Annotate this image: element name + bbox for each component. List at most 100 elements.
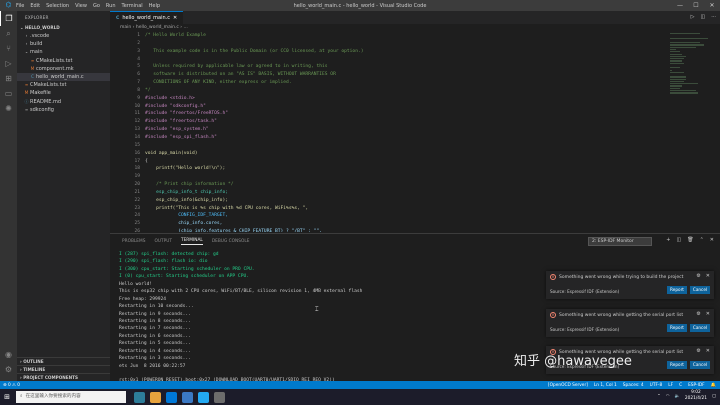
status-item[interactable]: LF [668, 383, 673, 388]
tab-terminal[interactable]: TERMINAL [180, 238, 203, 245]
tree-item[interactable]: M Makefile [17, 89, 110, 97]
search-icon[interactable]: ⌕ [0, 26, 17, 41]
settings-gear-icon[interactable]: ⚙ [696, 311, 700, 317]
split-editor-icon[interactable]: ◫ [700, 14, 705, 20]
manage-gear-icon[interactable]: ⚙ [0, 362, 17, 377]
taskbar-app-icon[interactable] [166, 391, 177, 403]
menu-item-view[interactable]: View [75, 3, 87, 9]
taskbar-search-box[interactable]: ⌕ 在这里输入你要搜索的内容 [16, 391, 126, 403]
minimap[interactable] [670, 33, 710, 103]
terminal-line: Restarting in 8 seconds... [119, 318, 191, 324]
split-icon[interactable]: ◫ [677, 237, 682, 243]
maximize-icon[interactable]: ☐ [688, 0, 704, 11]
taskbar-app-icon[interactable] [182, 391, 193, 403]
status-item[interactable]: ESP-IDF [688, 383, 705, 388]
tab-output[interactable]: OUTPUT [154, 239, 172, 244]
settings-gear-icon[interactable]: ⚙ [696, 348, 700, 354]
volume-icon[interactable]: 🔈 [675, 394, 680, 399]
status-item[interactable]: UTF-8 [650, 383, 663, 388]
run-icon[interactable]: ▷ [691, 14, 695, 20]
menu-item-go[interactable]: Go [93, 3, 100, 9]
c-file-icon: C [31, 73, 34, 79]
terminal-output[interactable]: I (287) spi_flash: detected chip: gd I (2… [119, 251, 539, 400]
close-icon[interactable]: ✕ [706, 273, 710, 279]
close-icon[interactable]: ✕ [704, 0, 720, 11]
tree-item[interactable]: ≡ CMakeLists.txt [17, 81, 110, 89]
close-icon[interactable]: ✕ [706, 311, 710, 317]
settings-gear-icon[interactable]: ⚙ [696, 273, 700, 279]
code-line: 15 [110, 142, 670, 150]
cancel-button[interactable]: Cancel [690, 324, 710, 332]
trash-icon[interactable]: 🗑 [687, 237, 693, 243]
more-actions-icon[interactable]: ··· [711, 14, 716, 20]
breadcrumb-symbol[interactable]: ... [184, 25, 188, 30]
taskbar-app-icon[interactable] [214, 391, 225, 403]
taskbar-app-icon[interactable] [134, 391, 145, 403]
report-button[interactable]: Report [667, 286, 687, 294]
taskbar-app-icon[interactable] [198, 391, 209, 403]
clock[interactable]: 9:02 2021/4/21 [685, 390, 707, 402]
tree-item[interactable]: › build [17, 40, 110, 48]
code-line: 21 esp_chip_info_t chip_info; [110, 189, 670, 197]
breadcrumb-file[interactable]: hello_world_main.c [136, 25, 179, 30]
menu-item-help[interactable]: Help [149, 3, 160, 9]
cancel-button[interactable]: Cancel [690, 286, 710, 294]
report-button[interactable]: Report [667, 324, 687, 332]
workspace-section[interactable]: ⌄ HELLO_WORLD [17, 24, 110, 32]
menu-item-terminal[interactable]: Terminal [122, 3, 143, 9]
line-number: 7 [137, 80, 140, 86]
tree-item[interactable]: ⌄ main [17, 48, 110, 56]
tab-debug-console[interactable]: DEBUG CONSOLE [212, 239, 250, 244]
close-panel-icon[interactable]: ✕ [710, 237, 714, 243]
terminal-line: I (0) cpu_start: Starting scheduler on A… [119, 274, 249, 280]
breadcrumb-folder[interactable]: main [120, 25, 131, 30]
cancel-button[interactable]: Cancel [690, 361, 710, 369]
run-debug-icon[interactable]: ▷ [0, 56, 17, 71]
minimize-icon[interactable]: — [672, 0, 688, 11]
status-item[interactable]: C [679, 383, 682, 388]
terminal-line: Restarting in 3 seconds... [119, 356, 191, 362]
problems-count[interactable]: ⊗ 0 ⚠ 0 [3, 383, 20, 388]
notifications-icon[interactable]: ▢ [712, 394, 716, 399]
tree-item[interactable]: Mcomponent.mk [17, 65, 110, 73]
chevron-up-icon[interactable]: ⌃ [700, 237, 704, 243]
tab-problems[interactable]: PROBLEMS [122, 239, 145, 244]
remote-explorer-icon[interactable]: ▭ [0, 86, 17, 101]
extensions-icon[interactable]: ⊞ [0, 71, 17, 86]
menu-item-run[interactable]: Run [106, 3, 116, 9]
bell-icon[interactable]: 🔔 [711, 383, 716, 388]
taskbar-app-icon[interactable] [150, 391, 161, 403]
files-icon[interactable]: ❐ [0, 11, 17, 26]
esp-idf-icon[interactable]: ✺ [0, 101, 17, 116]
report-button[interactable]: Report [667, 361, 687, 369]
tab-hello-world-main[interactable]: C hello_world_main.c ✕ [110, 11, 184, 24]
section-timeline[interactable]: › TIMELINE [17, 365, 110, 373]
chevron-up-icon[interactable]: ⌃ [657, 394, 661, 399]
add-icon[interactable]: + [666, 237, 670, 243]
status-left: ⊗ 0 ⚠ 0 [0, 383, 20, 388]
code-view[interactable]: 1/* Hello World Example 2 3 This example c… [110, 32, 670, 232]
close-tab-icon[interactable]: ✕ [173, 15, 177, 21]
code-text: #include "esp_system.h" [145, 127, 209, 133]
tree-item[interactable]: ⓘ README.md [17, 98, 110, 106]
tree-item[interactable]: ≡ sdkconfig [17, 106, 110, 114]
status-item[interactable]: Spaces: 4 [623, 383, 644, 388]
tree-item[interactable]: ≡ CMakeLists.txt [17, 57, 110, 65]
menu-item-edit[interactable]: Edit [30, 3, 40, 9]
terminal-select[interactable]: 2: ESP-IDF Monitor [588, 237, 652, 246]
tree-item[interactable]: Chello_world_main.c [17, 72, 110, 82]
windows-start-icon[interactable]: ⊞ [0, 393, 14, 401]
menu-item-file[interactable]: File [16, 3, 24, 9]
tree-item[interactable]: › .vscode [17, 32, 110, 40]
code-line: 6 software is distributed on an "AS IS" … [110, 71, 670, 79]
source-control-icon[interactable]: ⑂ [0, 41, 17, 56]
menu-item-selection[interactable]: Selection [46, 3, 69, 9]
status-item[interactable]: Ln 1, Col 1 [594, 383, 617, 388]
section-outline[interactable]: › OUTLINE [17, 357, 110, 365]
code-line: 9 #include <stdio.h> [110, 95, 670, 103]
section-project-components[interactable]: › PROJECT COMPONENTS [17, 373, 110, 381]
status-item[interactable]: [OpenOCD Server] [548, 383, 588, 388]
close-icon[interactable]: ✕ [706, 348, 710, 354]
network-icon[interactable]: ◠ [666, 394, 670, 399]
account-icon[interactable]: ◉ [0, 347, 17, 362]
